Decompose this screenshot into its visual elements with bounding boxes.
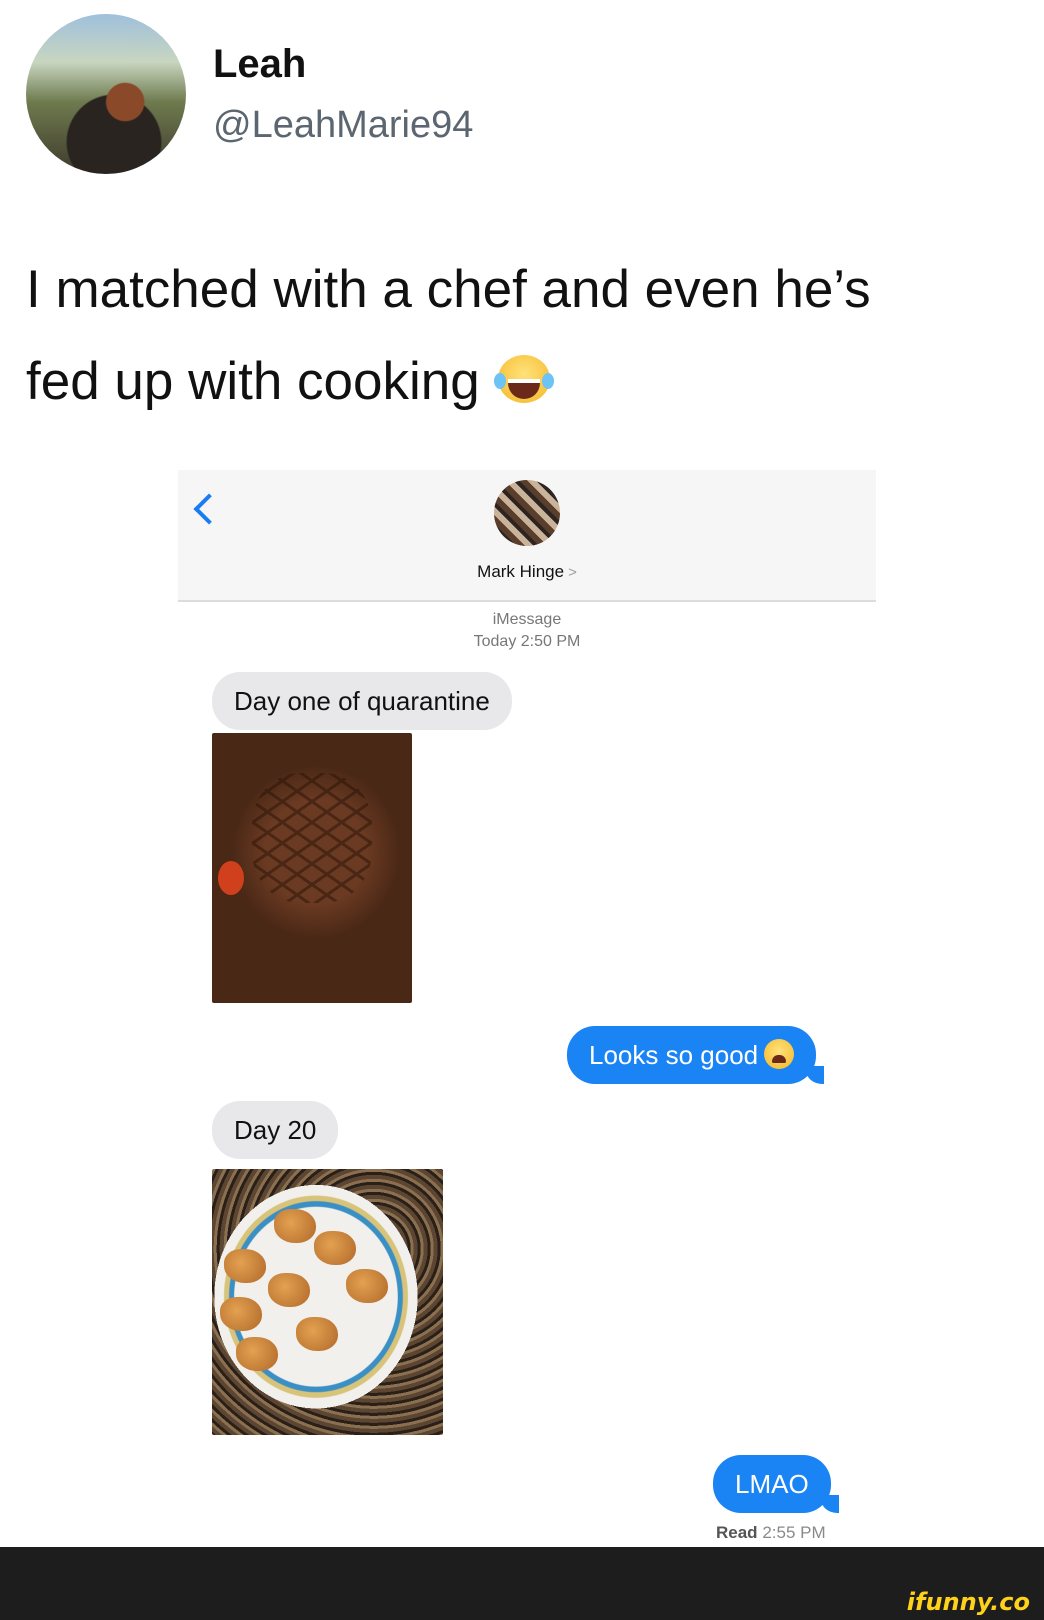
steak-photo[interactable] bbox=[212, 733, 412, 1003]
nugget bbox=[296, 1317, 338, 1351]
steak-grill-marks bbox=[252, 773, 372, 903]
read-time: 2:55 PM bbox=[762, 1523, 826, 1542]
weary-face-emoji-icon bbox=[764, 1039, 795, 1069]
user-handle[interactable]: @LeahMarie94 bbox=[213, 104, 473, 147]
tomato-garnish bbox=[218, 861, 244, 895]
tears-of-joy-emoji-icon bbox=[494, 353, 555, 405]
watermark-bar: ifunny.co bbox=[0, 1547, 1044, 1620]
tweet-text-line-2-text: fed up with cooking bbox=[26, 352, 480, 411]
message-bubble-incoming[interactable]: Day 20 bbox=[212, 1101, 339, 1159]
nugget bbox=[236, 1337, 278, 1371]
display-name[interactable]: Leah bbox=[213, 42, 306, 87]
nugget bbox=[268, 1273, 310, 1307]
nugget bbox=[314, 1231, 356, 1265]
contact-name[interactable]: Mark Hinge bbox=[477, 562, 564, 581]
service-label: iMessage bbox=[492, 611, 562, 628]
message-text: Looks so good bbox=[589, 1040, 759, 1070]
chicken-nuggets-photo[interactable] bbox=[212, 1169, 443, 1435]
message-bubble-outgoing[interactable]: LMAO bbox=[713, 1455, 839, 1513]
back-chevron-icon[interactable] bbox=[193, 493, 225, 525]
contact-avatar[interactable] bbox=[494, 480, 560, 546]
ifunny-watermark: ifunny.co bbox=[906, 1588, 1030, 1616]
message-bubble-outgoing[interactable]: Looks so good bbox=[567, 1026, 825, 1084]
nugget bbox=[220, 1297, 262, 1331]
tweet-text-line-1: I matched with a chef and even he’s bbox=[26, 260, 871, 319]
message-bubble-incoming[interactable]: Day one of quarantine bbox=[212, 672, 512, 730]
nugget bbox=[224, 1249, 266, 1283]
tweet-text: I matched with a chef and even he’s fed … bbox=[26, 244, 1026, 428]
nugget bbox=[346, 1269, 388, 1303]
chevron-right-icon: > bbox=[568, 564, 577, 581]
read-receipt: Read 2:55 PM bbox=[716, 1523, 826, 1543]
read-label: Read bbox=[716, 1523, 758, 1542]
tweet-text-line-2: fed up with cooking bbox=[26, 336, 1026, 428]
contact-name-row[interactable]: Mark Hinge > bbox=[178, 562, 876, 582]
nugget bbox=[274, 1209, 316, 1243]
conversation-timestamp: Today 2:50 PM bbox=[473, 633, 581, 650]
conversation-header: Mark Hinge > bbox=[178, 470, 876, 602]
profile-avatar[interactable] bbox=[26, 14, 186, 174]
